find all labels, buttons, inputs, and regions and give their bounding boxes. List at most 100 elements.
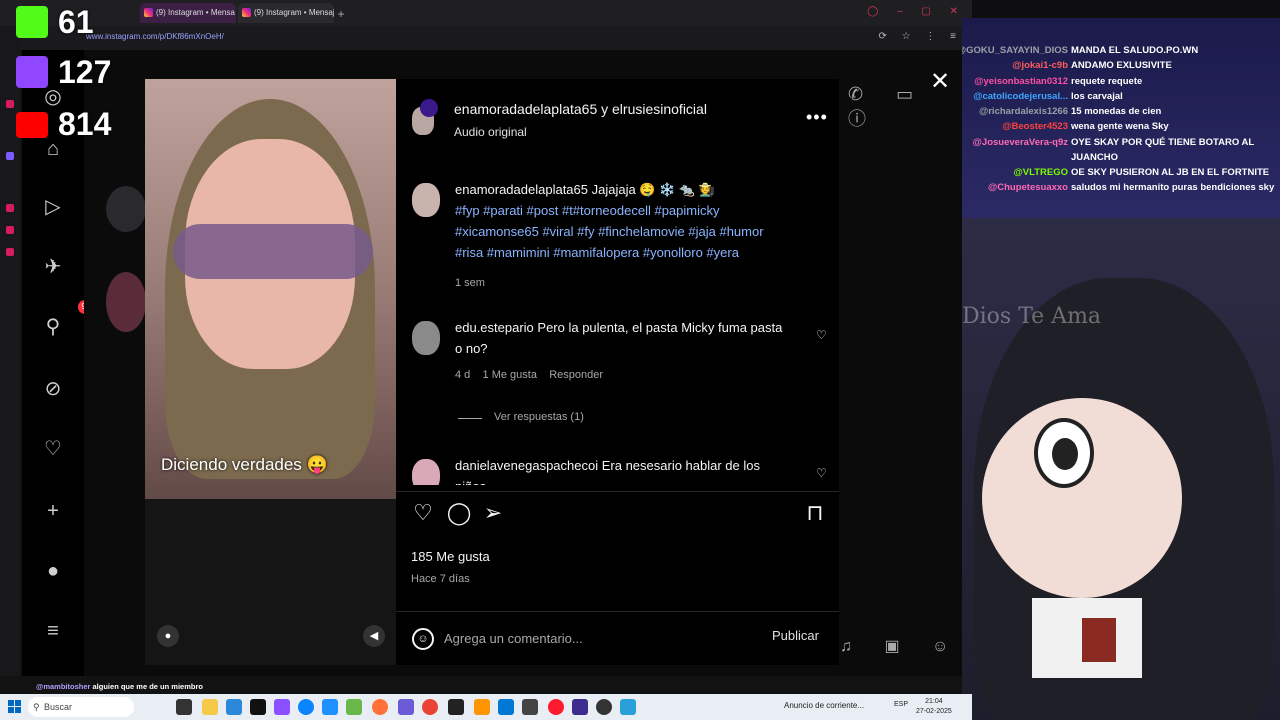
kick-viewers: 61 xyxy=(14,4,144,40)
comment-body: edu.estepario Pero la pulenta, el pasta … xyxy=(455,317,790,359)
app-icon[interactable] xyxy=(620,699,636,715)
comment-username[interactable]: danielavenegaspachecoi xyxy=(455,458,598,473)
file-explorer-icon[interactable] xyxy=(202,699,218,715)
app-icon[interactable] xyxy=(498,699,514,715)
commenter-avatar[interactable] xyxy=(412,459,440,485)
tagged-users-icon[interactable]: ● xyxy=(157,625,179,647)
tab-label: (9) Instagram • Mensa xyxy=(156,8,235,17)
comment-input[interactable] xyxy=(444,626,744,650)
like-count[interactable]: 185 Me gusta xyxy=(411,549,490,564)
story-avatar[interactable] xyxy=(106,272,146,332)
like-comment-icon[interactable]: ♡ xyxy=(816,329,828,341)
create-icon[interactable]: + xyxy=(42,500,64,522)
comment-time: 4 d xyxy=(455,369,471,381)
tab-instagram-2[interactable]: (9) Instagram • Mensajes xyxy=(238,3,334,23)
post-header: enamoradadelaplata65 y elrusiesinoficial… xyxy=(396,79,839,145)
windows-start-icon[interactable] xyxy=(8,700,22,714)
background-call-icons: ✆ ▭ ⓘ xyxy=(848,84,928,129)
mini-chat-message: @mambitosher alguien que me de un miembr… xyxy=(36,682,396,694)
replies-divider xyxy=(458,418,482,419)
caption-hashtags[interactable]: #fyp #parati #post #t#torneodecell #papi… xyxy=(455,203,764,260)
search-icon[interactable]: ⚲ xyxy=(42,316,64,338)
app-icon[interactable] xyxy=(322,699,338,715)
sidebar-app-icon[interactable] xyxy=(6,226,14,234)
chat-message: @jokai1-c9b ANDAMO EXLUSIVITE xyxy=(962,58,1280,73)
vtuber-overlay-text: Dios Te Ama xyxy=(962,304,1102,329)
commenter-avatar[interactable] xyxy=(412,321,440,355)
like-comment-icon[interactable]: ♡ xyxy=(816,467,828,479)
share-icon[interactable]: ➢ xyxy=(480,500,506,526)
clock[interactable]: 21:04 27-02-2025 xyxy=(916,697,952,717)
chat-user: @yeisonbastian0312 xyxy=(974,76,1068,87)
firefox-icon[interactable] xyxy=(372,699,388,715)
reels-icon[interactable]: ▷ xyxy=(42,196,64,218)
edge-icon[interactable] xyxy=(298,699,314,715)
twitch-count: 127 xyxy=(58,54,112,90)
messages-icon[interactable]: ✈ xyxy=(42,256,64,278)
chat-message: @yeisonbastian0312 requete requete xyxy=(962,74,1280,89)
background-input-icons: ♫ ▣ ☺ xyxy=(840,638,963,655)
audio-label[interactable]: Audio original xyxy=(454,125,527,139)
obs-icon[interactable] xyxy=(596,699,612,715)
author-avatar[interactable] xyxy=(412,183,440,217)
emoji-icon[interactable]: ☺ xyxy=(412,628,434,650)
instagram-icon xyxy=(144,8,153,17)
menu-icon[interactable]: ≡ xyxy=(42,620,64,642)
opera-icon[interactable] xyxy=(548,699,564,715)
post-authors[interactable]: enamoradadelaplata65 y elrusiesinoficial xyxy=(454,101,707,117)
task-view-icon[interactable] xyxy=(176,699,192,715)
comment-likes[interactable]: 1 Me gusta xyxy=(483,369,537,381)
view-replies-link[interactable]: Ver respuestas (1) xyxy=(494,411,584,423)
app-icon[interactable] xyxy=(274,699,290,715)
comment-icon[interactable]: ◯ xyxy=(446,500,472,526)
like-icon[interactable]: ♡ xyxy=(410,500,436,526)
save-icon[interactable]: ⊓ xyxy=(802,500,828,526)
comment-username[interactable]: enamoradadelaplata65 xyxy=(455,182,588,197)
profile-avatar[interactable]: ● xyxy=(42,560,64,582)
sidebar-app-icon[interactable] xyxy=(6,204,14,212)
post-video[interactable]: Diciendo verdades 😛 ● ◀ xyxy=(145,79,396,665)
youtube-viewers: 814 xyxy=(14,106,144,142)
chat-message: @catolicodejerusal... los carvajal xyxy=(962,89,1280,104)
app-icon[interactable] xyxy=(572,699,588,715)
chrome-icon[interactable] xyxy=(422,699,438,715)
taskbar-notification[interactable]: Anuncio de corriente... xyxy=(784,701,864,710)
collab-avatar[interactable] xyxy=(420,99,438,117)
close-icon[interactable]: ✕ xyxy=(928,70,952,94)
app-icon[interactable] xyxy=(448,699,464,715)
vtuber-pendant xyxy=(1082,618,1116,662)
publish-button[interactable]: Publicar xyxy=(772,628,819,643)
sidebar-app-icon[interactable] xyxy=(6,248,14,256)
heart-icon[interactable]: ♡ xyxy=(42,438,64,460)
post-actions: ♡ ◯ ➢ ⊓ xyxy=(396,491,839,531)
app-icon[interactable] xyxy=(522,699,538,715)
story-avatar[interactable] xyxy=(106,186,146,232)
comment-username[interactable]: edu.estepario xyxy=(455,320,534,335)
window-controls[interactable]: ◯ – ▢ ✕ xyxy=(867,6,966,17)
stream-stats: 61 127 814 xyxy=(0,0,140,150)
explore-icon[interactable]: ⊘ xyxy=(42,378,64,400)
chat-text: los carvajal xyxy=(1071,91,1123,102)
app-icon[interactable] xyxy=(250,699,266,715)
volume-icon[interactable]: ◀ xyxy=(363,625,385,647)
comment-meta: 4 d 1 Me gusta Responder xyxy=(455,369,603,381)
caption-comment: enamoradadelaplata65 Jajajaja 🤤 ❄️ 🐀 🧑‍🌾… xyxy=(396,179,839,299)
address-bar[interactable]: www.instagram.com/p/DKf86mXnOeH/ ⟳ ☆ ⋮ ≡ xyxy=(0,26,972,50)
language-indicator[interactable]: ESP xyxy=(894,701,908,708)
taskbar-search[interactable]: ⚲ Buscar xyxy=(28,697,134,717)
new-tab-button[interactable]: + xyxy=(334,4,348,24)
twitch-icon[interactable] xyxy=(6,152,14,160)
tab-instagram-1[interactable]: (9) Instagram • Mensa xyxy=(140,3,236,23)
app-icon[interactable] xyxy=(346,699,362,715)
chat-message: @Beoster4523 wena gente wena Sky xyxy=(962,119,1280,134)
comments-list: enamoradadelaplata65 Jajajaja 🤤 ❄️ 🐀 🧑‍🌾… xyxy=(396,175,839,485)
reply-link[interactable]: Responder xyxy=(549,369,603,381)
clock-date: 27-02-2025 xyxy=(916,708,952,715)
browser-toolbar-icons[interactable]: ⟳ ☆ ⋮ ≡ xyxy=(878,31,962,42)
vegas-icon[interactable] xyxy=(398,699,414,715)
comment-item: danielavenegaspachecoi Era nesesario hab… xyxy=(396,455,839,485)
store-icon[interactable] xyxy=(226,699,242,715)
more-options-icon[interactable]: ••• xyxy=(806,107,828,128)
chat-user: @catolicodejerusal... xyxy=(973,91,1068,102)
app-icon[interactable] xyxy=(474,699,490,715)
